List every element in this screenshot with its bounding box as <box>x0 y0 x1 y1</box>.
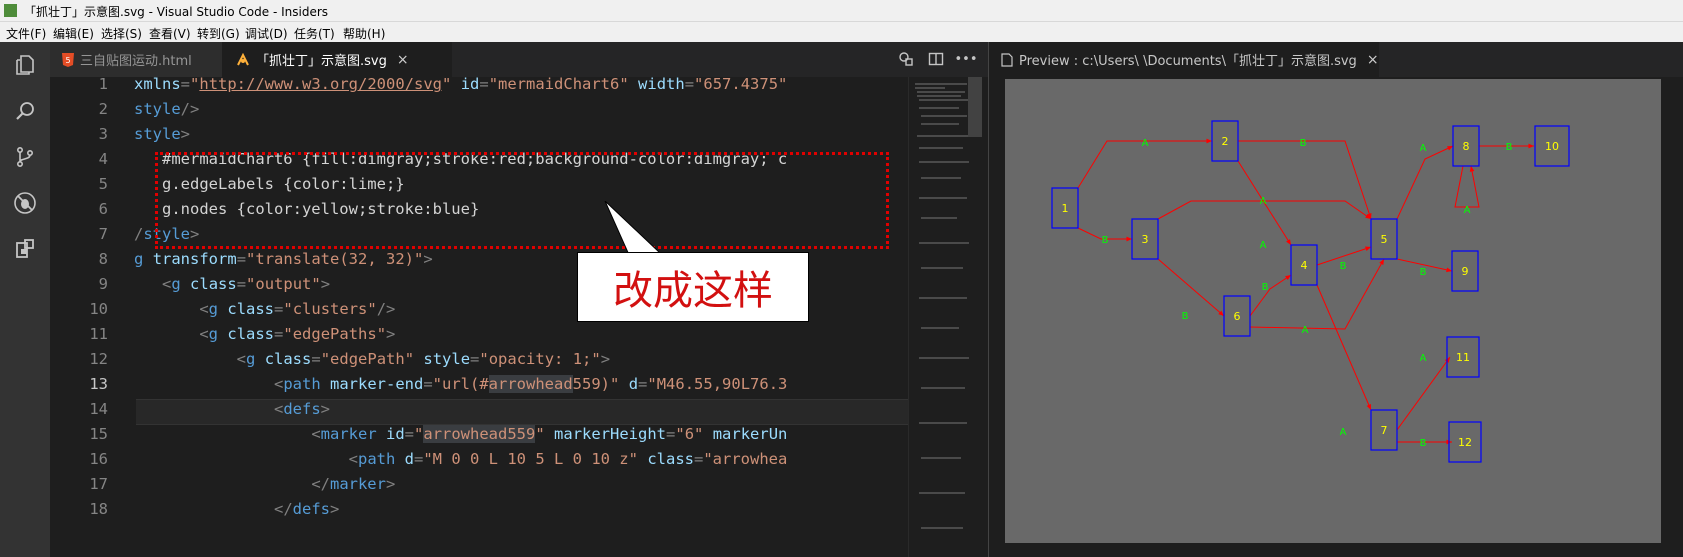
graph-node-label: 8 <box>1463 140 1470 153</box>
graph-arrowhead <box>1446 267 1452 273</box>
preview-tab-bar: Preview : c:\Users\ \Documents\「抓壮丁」示意图.… <box>989 42 1683 77</box>
graph-arrowhead <box>1285 275 1291 281</box>
svg-preview-pane: ABBAABBABAABBAAB 1 2 3 4 5 6 7 8 9 10 11 12 <box>989 77 1683 557</box>
split-editor-icon[interactable] <box>928 51 944 67</box>
code-line: 14 <defs> <box>89 400 330 418</box>
svg-file-icon <box>237 52 249 65</box>
menu-help[interactable]: 帮助(H) <box>343 25 385 42</box>
window-title: 「抓壮丁」示意图.svg - Visual Studio Code - Insi… <box>24 5 329 19</box>
code-line: 12 <g class="edgePath" style="opacity: 1… <box>89 350 611 368</box>
code-line: 15 <marker id="arrowhead559" markerHeigh… <box>89 425 788 443</box>
code-line: 18 </defs> <box>89 500 340 518</box>
graph-node-label: 1 <box>1062 202 1069 215</box>
graph-edge-label: B <box>1102 235 1109 246</box>
graph-node-label: 9 <box>1462 265 1469 278</box>
highlight-dotted-box <box>155 152 889 249</box>
graph-edge <box>1316 284 1372 411</box>
graph-edge-label: B <box>1300 138 1307 149</box>
more-actions-icon[interactable]: ••• <box>955 51 978 67</box>
code-line: 13 <path marker-end="url(#arrowhead559)"… <box>89 375 788 393</box>
code-line: 3 style> <box>98 125 191 143</box>
graph-edge <box>1249 274 1292 317</box>
graph-edge-label: A <box>1464 205 1471 216</box>
extensions-icon[interactable] <box>10 234 40 264</box>
graph-edge-label: B <box>1262 282 1269 293</box>
graph-edge <box>1396 356 1451 431</box>
graph-edge-label: A <box>1420 143 1427 154</box>
graph-edge-label: A <box>1260 196 1267 207</box>
activity-bar <box>0 42 50 557</box>
menu-go[interactable]: 转到(G) <box>197 25 240 42</box>
title-bar: 「抓壮丁」示意图.svg - Visual Studio Code - Insi… <box>0 0 1683 22</box>
editor-scrollbar-thumb[interactable] <box>968 77 982 137</box>
graph-node-label: 12 <box>1458 436 1472 449</box>
graph-edge-label: B <box>1506 142 1513 153</box>
flowchart-graph: ABBAABBABAABBAAB 123456789101112 <box>1051 120 1570 463</box>
menu-debug[interactable]: 调试(D) <box>245 25 288 42</box>
callout-box: 改成这样 <box>577 252 809 322</box>
menu-tasks[interactable]: 任务(T) <box>294 25 335 42</box>
code-line: 1 xmlns="http://www.w3.org/2000/svg" id="… <box>98 77 788 93</box>
vscode-app-icon <box>4 4 17 17</box>
editor-tab-bar: 5 三自贴图运动.html 「抓壮丁」示意图.svg × ••• <box>50 42 988 77</box>
graph-edge-label: A <box>1142 138 1149 149</box>
graph-edge-label: A <box>1260 240 1267 251</box>
tab-svg-file[interactable]: 「抓壮丁」示意图.svg × <box>222 42 452 77</box>
menu-edit[interactable]: 编辑(E) <box>53 25 94 42</box>
graph-arrowhead <box>1528 143 1534 149</box>
graph-node-label: 10 <box>1545 140 1559 153</box>
minimap[interactable] <box>908 77 989 557</box>
graph-edge <box>1454 165 1480 208</box>
menu-view[interactable]: 查看(V) <box>149 25 191 42</box>
svg-canvas: ABBAABBABAABBAAB 1 2 3 4 5 6 7 8 9 10 11 12 <box>1005 79 1661 543</box>
source-control-icon[interactable] <box>10 142 40 172</box>
graph-node-label: 2 <box>1222 135 1229 148</box>
graph-node-label: 4 <box>1301 259 1308 272</box>
graph-arrowhead <box>1206 138 1212 144</box>
tab-label: 「抓壮丁」示意图.svg <box>256 54 387 69</box>
tab-html-file[interactable]: 5 三自贴图运动.html <box>50 42 222 77</box>
graph-node-label: 7 <box>1381 424 1388 437</box>
graph-node-label: 6 <box>1234 310 1241 323</box>
graph-edge-label: B <box>1420 267 1427 278</box>
code-line: 16 <path d="M 0 0 L 10 5 L 0 10 z" class… <box>89 450 788 468</box>
graph-edge <box>1396 145 1454 220</box>
files-icon[interactable] <box>10 50 40 80</box>
html5-icon: 5 <box>62 52 74 67</box>
graph-arrowhead <box>1469 166 1475 172</box>
graph-nodes: 123456789101112 <box>1051 120 1570 463</box>
close-icon[interactable]: × <box>1367 52 1379 68</box>
graph-node-label: 5 <box>1381 233 1388 246</box>
menu-bar: 文件(F) 编辑(E) 选择(S) 查看(V) 转到(G) 调试(D) 任务(T… <box>0 22 1683 42</box>
file-icon <box>1001 52 1013 67</box>
graph-arrowhead <box>1126 236 1132 242</box>
graph-edge-label: B <box>1420 438 1427 449</box>
svg-text:5: 5 <box>65 56 70 65</box>
graph-edge-label: A <box>1340 427 1347 438</box>
menu-file[interactable]: 文件(F) <box>6 25 46 42</box>
tab-label: Preview : c:\Users\ \Documents\「抓壮丁」示意图.… <box>1019 54 1357 69</box>
graph-edge-label: A <box>1420 353 1427 364</box>
graph-arrowhead <box>1286 239 1291 245</box>
graph-edge-labels: A B B A A B B A B A A B B A A B <box>1102 138 1513 449</box>
graph-node-label: 3 <box>1142 233 1149 246</box>
callout-text: 改成这样 <box>613 268 773 314</box>
debug-icon[interactable] <box>10 188 40 218</box>
close-icon[interactable]: × <box>397 52 409 68</box>
tab-label: 三自贴图运动.html <box>80 54 192 69</box>
open-changes-icon[interactable] <box>898 51 914 67</box>
graph-edge-label: B <box>1182 311 1189 322</box>
code-line: 2 style/> <box>98 100 200 118</box>
graph-edge <box>1157 258 1225 317</box>
graph-node-label: 11 <box>1456 351 1470 364</box>
graph-edge-label: A <box>1302 325 1309 336</box>
graph-edge-label: B <box>1340 261 1347 272</box>
graph-arrowhead <box>1365 246 1371 251</box>
code-line: 17 </marker> <box>89 475 396 493</box>
tab-preview[interactable]: Preview : c:\Users\ \Documents\「抓壮丁」示意图.… <box>989 42 1379 77</box>
graph-edge <box>1238 140 1372 220</box>
menu-selection[interactable]: 选择(S) <box>101 25 142 42</box>
search-icon[interactable] <box>10 96 40 126</box>
code-line: 11 <g class="edgePaths"> <box>89 325 396 343</box>
